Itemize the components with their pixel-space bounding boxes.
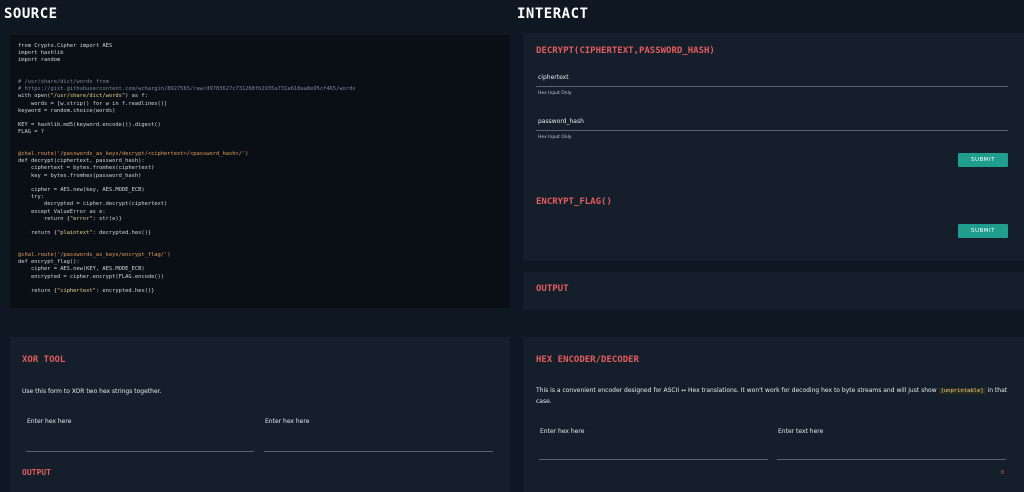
hex-tool-description-part-1: This is a convenient encoder designed fo…: [536, 387, 937, 394]
code-line: KEY = hashlib.md5(keyword.encode()).dige…: [18, 122, 161, 129]
hex-tool-description-part-3: case.: [536, 397, 552, 405]
hex-input[interactable]: Enter hex here: [540, 428, 584, 435]
password-hash-field[interactable]: password_hash: [538, 118, 584, 125]
code-line: # /usr/share/dict/words from: [18, 79, 109, 86]
source-code: from Crypto.Cipher import AES import has…: [10, 35, 510, 303]
code-line: with open("/usr/share/dict/words") as f:: [18, 93, 148, 100]
code-line: except ValueError as e:: [18, 208, 106, 215]
xor-output-title: OUTPUT: [22, 468, 51, 477]
text-input[interactable]: Enter text here: [778, 428, 823, 435]
hex-output-counter: 0: [1001, 470, 1005, 476]
decrypt-title: DECRYPT(CIPHERTEXT,PASSWORD_HASH): [536, 46, 715, 56]
xor-tool-description: Use this form to XOR two hex strings tog…: [22, 388, 162, 395]
code-line: FLAG = ?: [18, 129, 44, 136]
output-title: OUTPUT: [536, 284, 569, 294]
code-line: import random: [18, 57, 61, 64]
xor-input-1-underline: [26, 451, 254, 452]
code-line: ciphertext = bytes.fromhex(ciphertext): [18, 165, 155, 172]
hex-tool-title: HEX ENCODER/DECODER: [536, 355, 639, 365]
code-line: @chal.route('/passwords_as_keys/encrypt_…: [18, 251, 171, 258]
source-heading: SOURCE: [4, 6, 58, 22]
xor-input-2-underline: [264, 451, 493, 452]
xor-tool-title: XOR TOOL: [22, 355, 66, 365]
code-line: return {"ciphertext": encrypted.hex()}: [18, 287, 155, 294]
ciphertext-field[interactable]: ciphertext: [538, 74, 569, 81]
decrypt-submit-button[interactable]: SUBMIT: [958, 153, 1008, 167]
code-line: encrypted = cipher.encrypt(FLAG.encode()…: [18, 273, 165, 280]
code-line: decrypted = cipher.decrypt(ciphertext): [18, 201, 168, 208]
code-line: keyword = random.choice(words): [18, 107, 116, 114]
password-hash-underline: [536, 130, 1008, 131]
hex-tool-description: This is a convenient encoder designed fo…: [536, 386, 1016, 406]
code-line: import hashlib: [18, 50, 64, 57]
xor-input-2[interactable]: Enter hex here: [265, 418, 309, 425]
code-line: return {"plaintext": decrypted.hex()}: [18, 230, 152, 237]
unprintable-badge: [unprintable]: [938, 388, 986, 394]
text-input-underline: [777, 459, 1006, 460]
code-line: cipher = AES.new(key, AES.MODE_ECB): [18, 187, 145, 194]
encrypt-submit-button[interactable]: SUBMIT: [958, 224, 1008, 238]
interact-heading: INTERACT: [517, 6, 589, 22]
code-line: from Crypto.Cipher import AES: [18, 43, 113, 49]
code-line: return {"error": str(e)}: [18, 215, 122, 222]
xor-tool-panel: [10, 337, 510, 492]
code-line: @chal.route('/passwords_as_keys/decrypt/…: [18, 151, 249, 158]
output-panel: [523, 272, 1024, 310]
code-line: def decrypt(ciphertext, password_hash):: [18, 158, 145, 165]
code-line: # https://gist.githubusercontent.com/wch…: [18, 86, 356, 93]
code-line: words = [w.strip() for w in f.readlines(…: [18, 100, 168, 107]
code-line: try:: [18, 194, 44, 201]
source-code-block: from Crypto.Cipher import AES import has…: [10, 35, 510, 308]
ciphertext-hint: Hex Input Only: [538, 91, 572, 96]
xor-input-1[interactable]: Enter hex here: [27, 418, 71, 425]
code-line: cipher = AES.new(KEY, AES.MODE_ECB): [18, 266, 145, 273]
hex-input-underline: [539, 459, 768, 460]
ciphertext-underline: [536, 86, 1008, 87]
password-hash-hint: Hex Input Only: [538, 135, 572, 140]
decrypt-panel: [523, 33, 1024, 261]
code-line: key = bytes.fromhex(password_hash): [18, 172, 142, 179]
hex-tool-description-part-2: in that: [987, 387, 1008, 394]
encrypt-flag-title: ENCRYPT_FLAG(): [536, 197, 612, 207]
code-line: def encrypt_flag():: [18, 259, 80, 266]
